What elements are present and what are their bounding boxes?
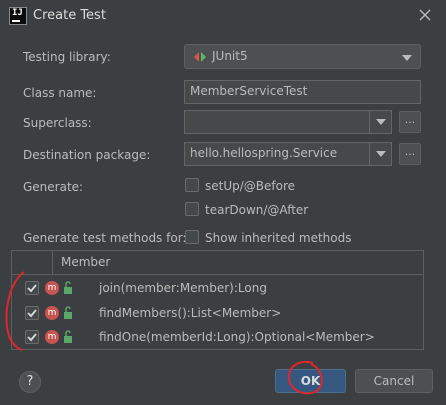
destination-package-label: Destination package: <box>23 148 151 162</box>
generate-label: Generate: <box>23 180 84 194</box>
title-bar: IJ Create Test <box>0 0 446 32</box>
methods-for-label: Generate test methods for: <box>23 231 187 245</box>
public-access-icon <box>64 281 72 294</box>
table-row[interactable]: m findMembers():List<Member> <box>12 301 423 326</box>
row-checkbox[interactable] <box>25 306 39 320</box>
superclass-label: Superclass: <box>23 116 92 130</box>
method-signature: join(member:Member):Long <box>99 281 267 295</box>
method-icon: m <box>45 330 59 344</box>
member-column-label: Member <box>61 255 111 269</box>
checkmark-icon <box>27 309 37 318</box>
teardown-checkbox[interactable] <box>185 202 199 216</box>
destination-package-browse-button[interactable]: ... <box>399 143 421 165</box>
chevron-down-icon <box>376 119 386 125</box>
testing-library-label: Testing library: <box>23 50 111 64</box>
setup-checkbox-label[interactable]: setUp/@Before <box>205 179 295 193</box>
teardown-checkbox-label[interactable]: tearDown/@After <box>205 203 308 217</box>
app-icon-letters: IJ <box>12 8 23 18</box>
checkmark-icon <box>27 284 37 293</box>
method-signature: findMembers():List<Member> <box>99 306 282 320</box>
table-row[interactable]: m findOne(memberId:Long):Optional<Member… <box>12 325 423 350</box>
window-title: Create Test <box>33 8 106 23</box>
member-column-header[interactable]: Member <box>52 251 423 275</box>
public-access-icon <box>64 330 72 343</box>
junit-icon <box>194 52 206 62</box>
class-name-label: Class name: <box>23 86 97 100</box>
row-checkbox[interactable] <box>25 281 39 295</box>
class-name-value: MemberServiceTest <box>190 84 308 98</box>
cancel-button[interactable]: Cancel <box>355 369 433 393</box>
help-button[interactable]: ? <box>19 371 41 393</box>
testing-library-value: JUnit5 <box>212 49 248 63</box>
table-row[interactable]: m join(member:Member):Long <box>12 276 423 301</box>
testing-library-select[interactable]: JUnit5 <box>184 44 421 69</box>
superclass-combo[interactable] <box>184 110 392 134</box>
superclass-browse-button[interactable]: ... <box>399 111 421 133</box>
row-checkbox[interactable] <box>25 330 39 344</box>
destination-package-combo[interactable]: hello.hellospring.Service <box>184 142 392 166</box>
superclass-dropdown-button[interactable] <box>369 111 391 133</box>
public-access-icon <box>64 306 72 319</box>
class-name-input[interactable]: MemberServiceTest <box>184 80 421 104</box>
table-header-spacer <box>12 251 52 275</box>
chevron-down-icon <box>402 55 412 61</box>
method-signature: findOne(memberId:Long):Optional<Member> <box>99 330 375 344</box>
intellij-icon: IJ <box>9 7 27 25</box>
destination-package-dropdown-button[interactable] <box>369 143 391 165</box>
setup-checkbox[interactable] <box>185 178 199 192</box>
methods-table: Member m join(member:Member):Long m find… <box>11 250 424 350</box>
show-inherited-checkbox[interactable] <box>185 230 199 244</box>
destination-package-value: hello.hellospring.Service <box>190 146 338 160</box>
checkmark-icon <box>27 333 37 342</box>
show-inherited-label[interactable]: Show inherited methods <box>205 231 352 245</box>
chevron-down-icon <box>376 151 386 157</box>
method-icon: m <box>45 306 59 320</box>
ok-button[interactable]: OK <box>275 369 346 393</box>
close-icon[interactable] <box>416 6 434 24</box>
method-icon: m <box>45 281 59 295</box>
